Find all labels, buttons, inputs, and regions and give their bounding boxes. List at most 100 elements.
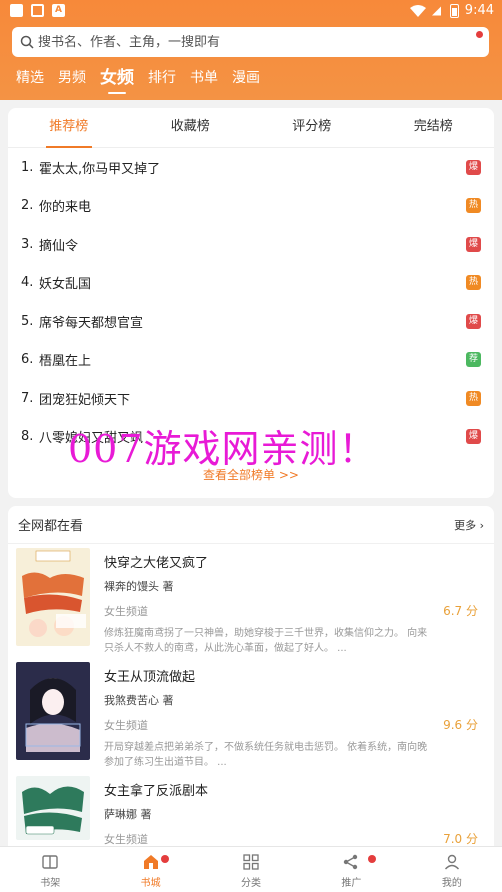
book-channel: 女生频道 — [104, 605, 148, 618]
bookshelf-icon — [42, 855, 58, 869]
user-icon — [444, 854, 459, 870]
share-icon — [344, 854, 358, 870]
list-item[interactable]: 7. 团宠狂妃倾天下 热 — [8, 379, 494, 418]
hot-badge: 热 — [466, 390, 481, 406]
book-description: 开局穿越差点把弟弟杀了，不做系统任务就电击惩罚。 依着系统，南向晚参加了练习生出… — [104, 742, 428, 768]
book-title: 妖女乱国 — [39, 277, 92, 293]
battery-icon — [449, 3, 459, 18]
rank-number: 8. — [21, 429, 34, 445]
notification-dot — [368, 855, 377, 863]
tab-ranking[interactable]: 排行 — [148, 68, 176, 88]
book-title: 摘仙令 — [39, 238, 79, 254]
more-label: 更多 — [454, 518, 477, 532]
book-title: 梧凰在上 — [39, 354, 92, 370]
status-bar: A 9:44 — [0, 0, 502, 24]
tab-rating[interactable]: 评分榜 — [251, 108, 373, 147]
tab-recommend[interactable]: 推荐榜 — [8, 108, 130, 148]
notification-dot — [160, 855, 169, 863]
list-item[interactable]: 6. 梧凰在上 荐 — [8, 341, 494, 380]
book-channel: 女生频道 — [104, 833, 148, 846]
book-item[interactable]: 女主拿了反派剧本 萨琳娜 著 女生频道 7.0 分 — [16, 776, 486, 846]
book-title: 团宠狂妃倾天下 — [39, 392, 131, 408]
nav-label: 分类 — [241, 878, 262, 889]
watermark: 007游戏网亲测！ — [68, 427, 378, 471]
wifi-icon — [409, 4, 426, 17]
book-description: 修炼狂魔南鸢拐了一只神兽，助她穿梭于三千世界，收集信仰之力。 向来只杀人不救人的… — [104, 628, 428, 654]
book-title: 女王从顶流做起 — [104, 670, 196, 685]
book-cover — [16, 662, 90, 760]
bottom-nav: 书架 书城 分类 推广 我的 — [0, 846, 502, 892]
list-item[interactable]: 4. 妖女乱国 热 — [8, 264, 494, 303]
chevron-right-icon: › — [479, 518, 484, 532]
search-icon — [20, 35, 34, 49]
rank-number: 3. — [21, 236, 34, 252]
ranking-list: 1. 霍太太,你马甲又掉了爆 2. 你的来电热 3. 摘仙令爆 4. 妖女乱国热 5. 席… — [8, 148, 494, 456]
home-icon — [143, 855, 158, 869]
search-input[interactable] — [38, 34, 458, 50]
notification-icon — [10, 4, 23, 17]
grid-icon — [243, 854, 259, 870]
rank-number: 5. — [21, 313, 34, 329]
tab-completed[interactable]: 完结榜 — [373, 108, 495, 147]
book-score: 7.0 分 — [443, 832, 478, 846]
hot-badge: 热 — [466, 198, 481, 214]
list-item[interactable]: 3. 摘仙令 爆 — [8, 225, 494, 264]
book-score: 6.7 分 — [443, 604, 478, 618]
nav-label: 我的 — [441, 878, 462, 889]
rank-number: 1. — [21, 159, 34, 175]
signal-icon — [431, 6, 441, 15]
hot-badge: 热 — [466, 275, 481, 291]
notification-icon: A — [52, 4, 65, 17]
nav-mine[interactable]: 我的 — [402, 847, 502, 892]
tab-booklist[interactable]: 书单 — [190, 68, 218, 88]
nav-category[interactable]: 分类 — [201, 847, 301, 892]
nav-label: 书架 — [40, 878, 61, 889]
search-bar[interactable] — [12, 27, 489, 57]
list-item[interactable]: 5. 席爷每天都想官宣 爆 — [8, 302, 494, 341]
book-cover — [16, 548, 90, 646]
rank-number: 6. — [21, 352, 34, 368]
nav-label: 书城 — [140, 878, 161, 889]
book-title: 席爷每天都想官宣 — [39, 315, 144, 331]
tab-featured[interactable]: 精选 — [16, 68, 44, 88]
tab-male[interactable]: 男频 — [58, 68, 86, 88]
more-link[interactable]: 更多 › — [454, 517, 484, 533]
tab-comics[interactable]: 漫画 — [232, 68, 260, 88]
book-title: 你的来电 — [39, 200, 92, 216]
notification-icon — [31, 4, 44, 17]
nav-bookstore[interactable]: 书城 — [100, 847, 200, 892]
book-title: 女主拿了反派剧本 — [104, 784, 209, 799]
nav-bookshelf[interactable]: 书架 — [0, 847, 100, 892]
book-author: 萨琳娜 著 — [104, 808, 152, 821]
book-author: 我煞费苦心 著 — [104, 694, 174, 707]
book-channel: 女生频道 — [104, 719, 148, 732]
book-title: 霍太太,你马甲又掉了 — [39, 161, 161, 177]
section-title: 全网都在看 — [18, 519, 84, 534]
book-item[interactable]: 快穿之大佬又疯了 裸奔的馒头 著 女生频道 6.7 分 修炼狂魔南鸢拐了一只神兽… — [16, 548, 486, 658]
nav-label: 推广 — [341, 878, 362, 889]
rank-number: 2. — [21, 198, 34, 214]
channel-tabs: 精选 男频 女频 排行 书单 漫画 — [16, 68, 274, 94]
tab-female[interactable]: 女频 — [100, 68, 134, 94]
book-score: 9.6 分 — [443, 718, 478, 732]
book-item[interactable]: 女王从顶流做起 我煞费苦心 著 女生频道 9.6 分 开局穿越差点把弟弟杀了，不… — [16, 662, 486, 772]
list-item[interactable]: 2. 你的来电 热 — [8, 187, 494, 226]
rank-number: 4. — [21, 275, 34, 291]
rank-number: 7. — [21, 390, 34, 406]
nav-promote[interactable]: 推广 — [301, 847, 401, 892]
hot-badge: 爆 — [466, 429, 481, 445]
book-title: 快穿之大佬又疯了 — [104, 556, 209, 571]
everyone-reading-card: 全网都在看 更多 › 快穿之大佬又疯了 裸奔的馒头 著 女生频道 6.7 分 修… — [8, 506, 494, 846]
notification-dot — [476, 31, 483, 38]
list-item[interactable]: 1. 霍太太,你马甲又掉了 爆 — [8, 148, 494, 187]
book-author: 裸奔的馒头 著 — [104, 580, 174, 593]
status-time: 9:44 — [464, 3, 494, 18]
hot-badge: 爆 — [466, 313, 481, 329]
tab-favorites[interactable]: 收藏榜 — [130, 108, 252, 147]
recommend-badge: 荐 — [466, 352, 481, 368]
book-cover — [16, 776, 90, 840]
hot-badge: 爆 — [466, 236, 481, 252]
section-header: 全网都在看 更多 › — [8, 506, 494, 544]
ranking-tabs: 推荐榜 收藏榜 评分榜 完结榜 — [8, 108, 494, 148]
hot-badge: 爆 — [466, 159, 481, 175]
